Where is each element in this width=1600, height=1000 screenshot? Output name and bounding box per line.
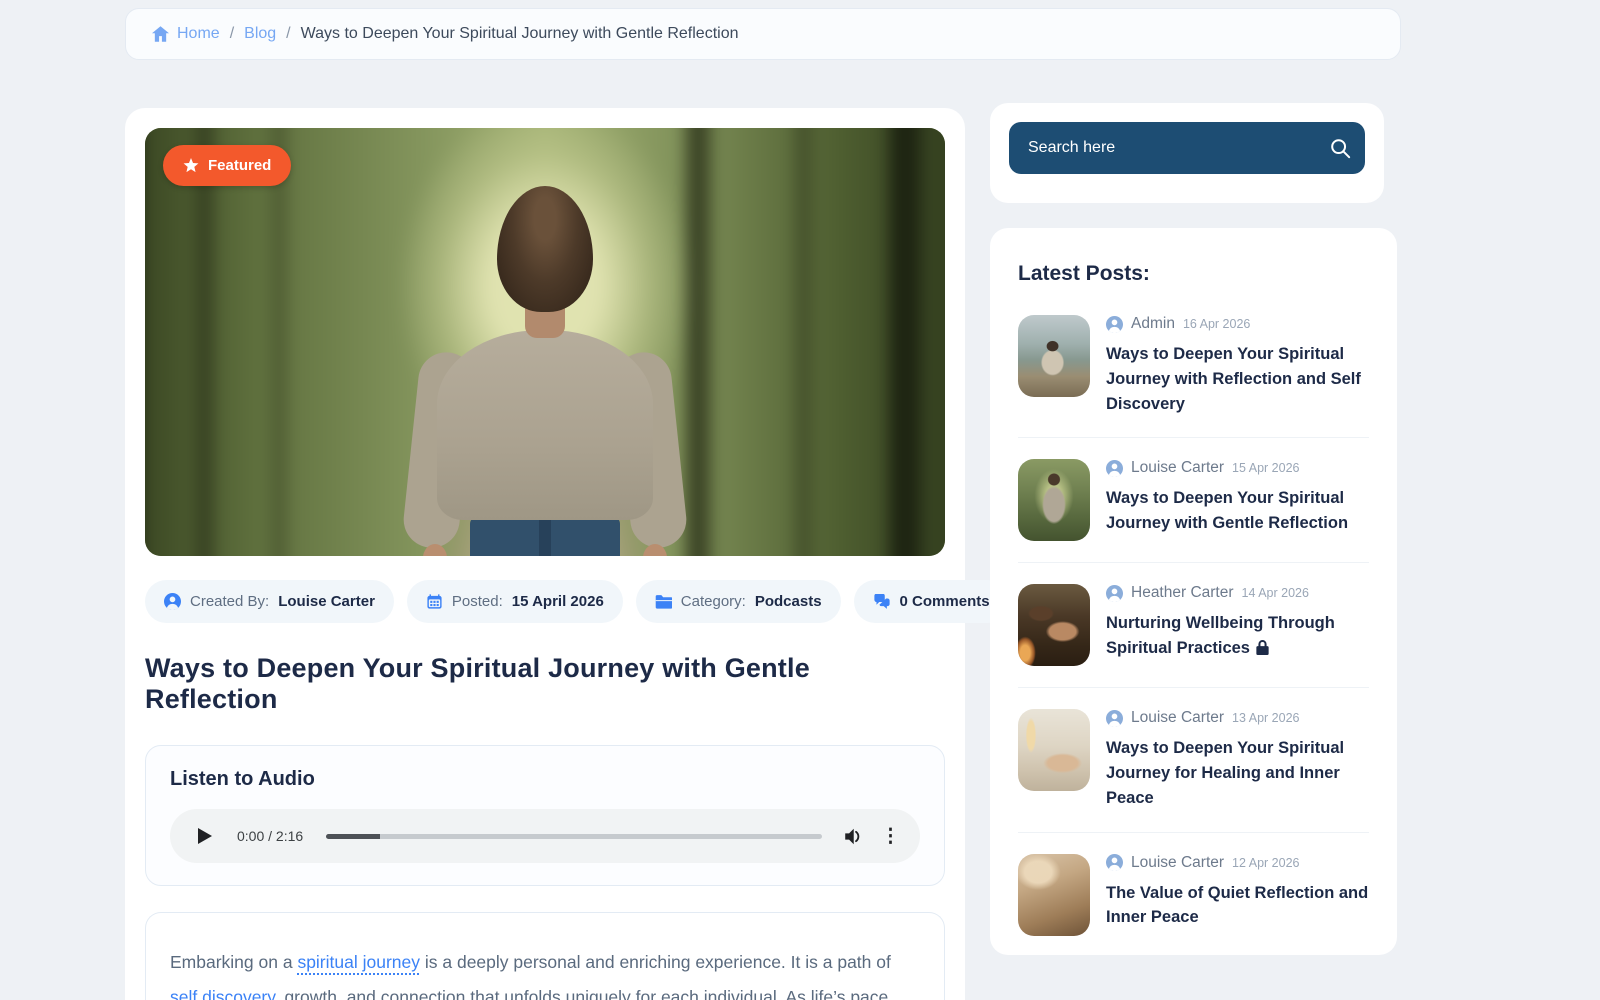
breadcrumb-blog-link[interactable]: Blog (244, 25, 276, 43)
post-title[interactable]: Ways to Deepen Your Spiritual Journey wi… (1106, 342, 1369, 416)
post-date: 16 Apr 2026 (1183, 317, 1250, 331)
post-author: Louise Carter (1131, 854, 1224, 872)
meta-comments-pill[interactable]: 0 Comments (854, 580, 1009, 623)
home-icon (152, 26, 169, 42)
post-meta: Admin 16 Apr 2026 (1106, 315, 1369, 333)
author-avatar-icon (1106, 316, 1123, 333)
meta-posted-pill: Posted: 15 April 2026 (407, 580, 623, 623)
post-title[interactable]: Ways to Deepen Your Spiritual Journey wi… (1106, 486, 1369, 536)
spiritual-journey-link[interactable]: spiritual journey (297, 952, 420, 972)
author-avatar-icon (1106, 460, 1123, 477)
paragraph-text: Embarking on a (170, 952, 297, 972)
audio-seek-bar[interactable] (326, 834, 822, 839)
post-author: Admin (1131, 315, 1175, 333)
volume-icon[interactable] (845, 828, 864, 845)
post-thumbnail[interactable] (1018, 584, 1090, 666)
star-icon (183, 158, 199, 173)
person-figure (395, 186, 695, 556)
calendar-icon (426, 593, 443, 610)
play-icon (198, 828, 212, 844)
audio-time: 0:00 / 2:16 (237, 828, 303, 844)
meta-author-pill: Created By: Louise Carter (145, 580, 394, 623)
post-date: 14 Apr 2026 (1242, 586, 1309, 600)
post-meta: Heather Carter 14 Apr 2026 (1106, 584, 1369, 602)
post-meta: Louise Carter 15 Apr 2026 (1106, 459, 1369, 477)
play-button[interactable] (188, 819, 222, 853)
posted-value: 15 April 2026 (512, 593, 604, 610)
audio-player: 0:00 / 2:16 ⋮ (170, 809, 920, 863)
article-body-card: Embarking on a spiritual journey is a de… (145, 912, 945, 1000)
breadcrumb-separator: / (286, 25, 290, 43)
post-thumbnail[interactable] (1018, 709, 1090, 791)
author-avatar-icon (1106, 710, 1123, 727)
post-date: 13 Apr 2026 (1232, 711, 1299, 725)
category-value[interactable]: Podcasts (755, 593, 822, 610)
search-card (990, 103, 1384, 203)
featured-badge-label: Featured (208, 157, 271, 174)
search-input[interactable] (1009, 122, 1365, 174)
posted-label: Posted: (452, 593, 503, 610)
created-by-value: Louise Carter (278, 593, 375, 610)
breadcrumb: Home / Blog / Ways to Deepen Your Spirit… (125, 8, 1401, 60)
created-by-label: Created By: (190, 593, 269, 610)
post-meta: Louise Carter 12 Apr 2026 (1106, 854, 1369, 872)
article-hero-image: Featured (145, 128, 945, 556)
comments-count: 0 Comments (900, 593, 990, 610)
audio-section: Listen to Audio 0:00 / 2:16 ⋮ (145, 745, 945, 886)
post-meta: Louise Carter 13 Apr 2026 (1106, 709, 1369, 727)
self-discovery-link[interactable]: self discovery (170, 987, 275, 1000)
article-paragraph: Embarking on a spiritual journey is a de… (170, 945, 920, 1000)
breadcrumb-current-page: Ways to Deepen Your Spiritual Journey wi… (301, 25, 739, 43)
lock-icon (1255, 638, 1270, 663)
author-avatar-icon (1106, 854, 1123, 871)
post-author: Heather Carter (1131, 584, 1234, 602)
list-item[interactable]: Admin 16 Apr 2026 Ways to Deepen Your Sp… (1018, 294, 1369, 438)
article-meta-row: Created By: Louise Carter Posted: 15 Apr… (145, 580, 945, 623)
post-author: Louise Carter (1131, 709, 1224, 727)
user-icon (164, 593, 181, 610)
post-title[interactable]: Ways to Deepen Your Spiritual Journey fo… (1106, 736, 1369, 810)
folder-icon (655, 594, 672, 609)
paragraph-text: is a deeply personal and enriching exper… (420, 952, 891, 972)
post-thumbnail[interactable] (1018, 854, 1090, 936)
list-item[interactable]: Louise Carter 13 Apr 2026 Ways to Deepen… (1018, 688, 1369, 832)
post-author: Louise Carter (1131, 459, 1224, 477)
post-date: 15 Apr 2026 (1232, 461, 1299, 475)
comments-icon (873, 594, 891, 610)
breadcrumb-separator: / (230, 25, 234, 43)
kebab-menu-icon[interactable]: ⋮ (879, 827, 902, 846)
list-item[interactable]: Louise Carter 12 Apr 2026 The Value of Q… (1018, 833, 1369, 956)
meta-category-pill: Category: Podcasts (636, 580, 841, 623)
article-card: Featured Created By: Louise Carter Poste… (125, 108, 965, 1000)
audio-heading: Listen to Audio (170, 768, 920, 791)
author-avatar-icon (1106, 585, 1123, 602)
featured-badge: Featured (163, 145, 291, 186)
breadcrumb-blog-label: Blog (244, 25, 276, 43)
post-title[interactable]: The Value of Quiet Reflection and Inner … (1106, 881, 1369, 931)
list-item[interactable]: Louise Carter 15 Apr 2026 Ways to Deepen… (1018, 438, 1369, 563)
category-label: Category: (681, 593, 746, 610)
search-button[interactable] (1329, 137, 1351, 159)
breadcrumb-home-link[interactable]: Home (152, 25, 220, 43)
paragraph-text: , growth, and connection that unfolds un… (170, 987, 908, 1000)
page-title: Ways to Deepen Your Spiritual Journey wi… (145, 653, 945, 715)
search-icon (1329, 137, 1351, 159)
latest-posts-card: Latest Posts: Admin 16 Apr 2026 Ways to … (990, 228, 1397, 955)
breadcrumb-home-label: Home (177, 25, 220, 43)
post-thumbnail[interactable] (1018, 459, 1090, 541)
post-thumbnail[interactable] (1018, 315, 1090, 397)
latest-posts-heading: Latest Posts: (1018, 262, 1369, 286)
list-item[interactable]: Heather Carter 14 Apr 2026 Nurturing Wel… (1018, 563, 1369, 688)
post-title[interactable]: Nurturing Wellbeing Through Spiritual Pr… (1106, 611, 1369, 663)
post-date: 12 Apr 2026 (1232, 856, 1299, 870)
